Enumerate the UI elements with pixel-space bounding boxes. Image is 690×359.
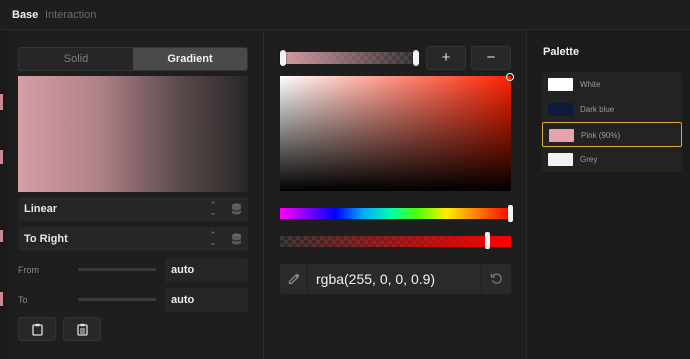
gradient-preview [18,76,248,192]
solid-option[interactable]: Solid [19,48,133,70]
gradient-direction-value: To Right [24,233,68,245]
color-swatch [549,129,574,142]
eyedropper-icon [288,273,300,285]
alpha-handle[interactable] [485,232,490,249]
chevron-updown-icon: ⌃ ⌄ [209,200,217,217]
gradient-stop-end[interactable] [413,50,419,66]
to-input[interactable]: auto [165,288,248,312]
color-picker-panel: + − rgba(255, 0, 0, 0.9) [264,30,526,359]
color-value-field: rgba(255, 0, 0, 0.9) [280,264,511,294]
palette-item-label: Pink (90%) [581,131,621,140]
palette-item-white[interactable]: White [542,72,682,97]
palette-item-pink[interactable]: Pink (90%) [542,122,682,147]
clipboard-icon [32,323,43,336]
palette-item-dark-blue[interactable]: Dark blue [542,97,682,122]
palette-list: White Dark blue Pink (90%) Grey [542,72,682,172]
hue-handle[interactable] [508,205,513,222]
add-stop-button[interactable]: + [426,46,466,70]
page-edge [0,30,7,359]
color-editor: Base Interaction Solid Gradient Linear ⌃… [0,0,690,359]
paste-button[interactable] [63,317,101,341]
remove-stop-button[interactable]: − [471,46,511,70]
to-label: To [18,295,28,305]
clipboard-list-icon [77,323,88,336]
color-swatch [548,153,573,166]
to-slider[interactable] [78,298,156,301]
gradient-panel: Solid Gradient Linear ⌃ ⌄ To Right ⌃ ⌄ Fro… [7,30,263,359]
database-icon[interactable] [231,233,242,245]
saturation-handle[interactable] [506,73,514,81]
color-swatch [548,78,573,91]
palette-title: Palette [543,46,580,58]
gradient-direction-select[interactable]: To Right ⌃ ⌄ [18,227,248,251]
palette-item-label: Grey [580,155,598,164]
palette-item-label: Dark blue [580,105,615,114]
tab-base[interactable]: Base [12,9,38,21]
palette-item-grey[interactable]: Grey [542,147,682,172]
fill-mode-toggle: Solid Gradient [18,47,248,71]
palette-item-label: White [580,80,601,89]
from-label: From [18,265,39,275]
database-icon[interactable] [231,203,242,215]
gradient-option[interactable]: Gradient [133,48,247,70]
gradient-type-value: Linear [24,203,58,215]
gradient-stop-start[interactable] [280,50,286,66]
copy-button[interactable] [18,317,56,341]
gradient-type-select[interactable]: Linear ⌃ ⌄ [18,197,248,221]
from-slider[interactable] [78,268,156,271]
hue-slider[interactable] [280,208,511,219]
chevron-updown-icon: ⌃ ⌄ [209,230,217,247]
reset-icon [490,273,502,284]
saturation-value-area[interactable] [280,76,511,191]
color-value-text[interactable]: rgba(255, 0, 0, 0.9) [316,271,435,287]
color-swatch [548,103,573,116]
alpha-slider[interactable] [280,236,511,247]
eyedropper-button[interactable] [280,264,308,294]
top-tabs: Base Interaction [0,0,690,30]
reset-color-button[interactable] [481,264,511,294]
gradient-stops-bar[interactable] [280,52,420,64]
palette-panel: Palette White Dark blue Pink (90%) Grey [527,30,690,359]
tab-interaction[interactable]: Interaction [45,9,96,21]
from-input[interactable]: auto [165,258,248,282]
